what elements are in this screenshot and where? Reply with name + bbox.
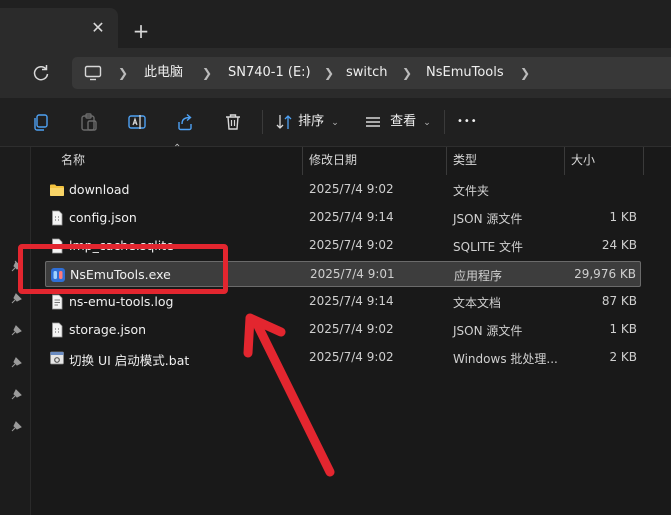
paste-icon[interactable]: [78, 111, 100, 133]
file-name: download: [69, 182, 130, 197]
column-type[interactable]: 类型: [453, 151, 477, 168]
file-size: 24 KB: [601, 238, 637, 252]
file-size: 2 KB: [609, 350, 637, 364]
chevron-right-icon[interactable]: ❯: [202, 65, 212, 81]
chevron-right-icon[interactable]: ❯: [520, 65, 530, 81]
file-type: Windows 批处理...: [453, 352, 558, 366]
file-type: 文本文档: [453, 296, 502, 310]
file-size: 1 KB: [609, 210, 637, 224]
column-divider[interactable]: [564, 147, 565, 175]
plus-icon[interactable]: +: [130, 20, 152, 42]
close-icon[interactable]: ✕: [88, 18, 108, 38]
navigation-pane: [0, 147, 31, 515]
file-name: config.json: [69, 210, 137, 225]
file-row[interactable]: 切换 UI 启动模式.bat 2025/7/4 9:02 Windows 批处理…: [45, 345, 641, 371]
file-row[interactable]: download 2025/7/4 9:02 文件夹: [45, 177, 641, 203]
file-name: ns-emu-tools.log: [69, 294, 174, 309]
file-size: 29,976 KB: [574, 267, 636, 281]
file-date: 2025/7/4 9:02: [309, 350, 394, 364]
breadcrumb-drive[interactable]: SN740-1 (E:): [228, 65, 311, 81]
file-name: 切换 UI 启动模式.bat: [69, 353, 190, 368]
share-icon[interactable]: [174, 111, 196, 133]
column-divider[interactable]: [446, 147, 447, 175]
batch-file-icon: [49, 350, 65, 366]
chevron-right-icon[interactable]: ❯: [324, 65, 334, 81]
column-divider[interactable]: [643, 147, 644, 175]
file-date: 2025/7/4 9:14: [309, 294, 394, 308]
file-date: 2025/7/4 9:02: [309, 322, 394, 336]
toolbar-divider: [262, 110, 263, 134]
command-bar: 排序 ⌄ 查看 ⌄ •••: [0, 98, 671, 147]
pin-icon[interactable]: [10, 323, 24, 337]
rename-icon[interactable]: [126, 111, 148, 133]
navigation-bar: ❯ 此电脑 ❯ SN740-1 (E:) ❯ switch ❯ NsEmuToo…: [0, 48, 671, 98]
copy-icon[interactable]: [30, 111, 52, 133]
breadcrumb-switch[interactable]: switch: [346, 65, 388, 81]
chevron-right-icon[interactable]: ❯: [118, 65, 128, 81]
annotation-highlight-box: [18, 244, 228, 294]
file-list: ⌃ 名称 修改日期 类型 大小 download 2025/7/4 9:02 文…: [31, 143, 671, 515]
chevron-right-icon[interactable]: ❯: [402, 65, 412, 81]
column-divider[interactable]: [302, 147, 303, 175]
file-row[interactable]: storage.json 2025/7/4 9:02 JSON 源文件 1 KB: [45, 317, 641, 343]
chevron-down-icon: ⌄: [331, 118, 339, 128]
sort-up-icon: ⌃: [173, 143, 182, 154]
file-date: 2025/7/4 9:02: [309, 238, 394, 252]
file-name: storage.json: [69, 322, 147, 337]
file-type: JSON 源文件: [453, 324, 523, 338]
file-size: 87 KB: [601, 294, 637, 308]
file-size: 1 KB: [609, 322, 637, 336]
column-size[interactable]: 大小: [571, 151, 595, 168]
column-header: ⌃ 名称 修改日期 类型 大小: [31, 143, 671, 175]
file-row[interactable]: config.json 2025/7/4 9:14 JSON 源文件 1 KB: [45, 205, 641, 231]
column-name[interactable]: 名称: [61, 151, 85, 168]
pin-icon[interactable]: [10, 419, 24, 433]
active-tab[interactable]: ✕: [0, 8, 118, 48]
file-date: 2025/7/4 9:14: [309, 210, 394, 224]
file-date: 2025/7/4 9:02: [309, 182, 394, 196]
sort-label: 排序: [298, 114, 325, 129]
pin-icon[interactable]: [10, 355, 24, 369]
text-file-icon: [49, 294, 65, 310]
view-button[interactable]: 查看 ⌄: [364, 110, 431, 134]
file-type: 应用程序: [454, 269, 503, 283]
file-date: 2025/7/4 9:01: [310, 267, 395, 281]
chevron-down-icon: ⌄: [423, 118, 431, 128]
breadcrumb-nsemutools[interactable]: NsEmuTools: [426, 65, 504, 81]
file-type: SQLITE 文件: [453, 240, 524, 254]
pin-icon[interactable]: [10, 387, 24, 401]
file-icon: [49, 322, 65, 338]
more-options-button[interactable]: •••: [457, 110, 478, 134]
file-type: 文件夹: [453, 184, 490, 198]
folder-icon: [49, 182, 65, 198]
tab-bar: ✕ +: [0, 0, 671, 48]
view-label: 查看: [390, 114, 417, 129]
file-type: JSON 源文件: [453, 212, 523, 226]
sort-button[interactable]: 排序 ⌄: [274, 110, 339, 134]
file-icon: [49, 210, 65, 226]
breadcrumb-this-pc[interactable]: 此电脑: [144, 65, 183, 81]
computer-icon: [84, 65, 102, 81]
toolbar-divider: [444, 110, 445, 134]
delete-icon[interactable]: [222, 111, 244, 133]
refresh-icon[interactable]: [30, 62, 52, 84]
column-date-modified[interactable]: 修改日期: [309, 151, 357, 168]
address-bar[interactable]: ❯ 此电脑 ❯ SN740-1 (E:) ❯ switch ❯ NsEmuToo…: [72, 57, 671, 89]
